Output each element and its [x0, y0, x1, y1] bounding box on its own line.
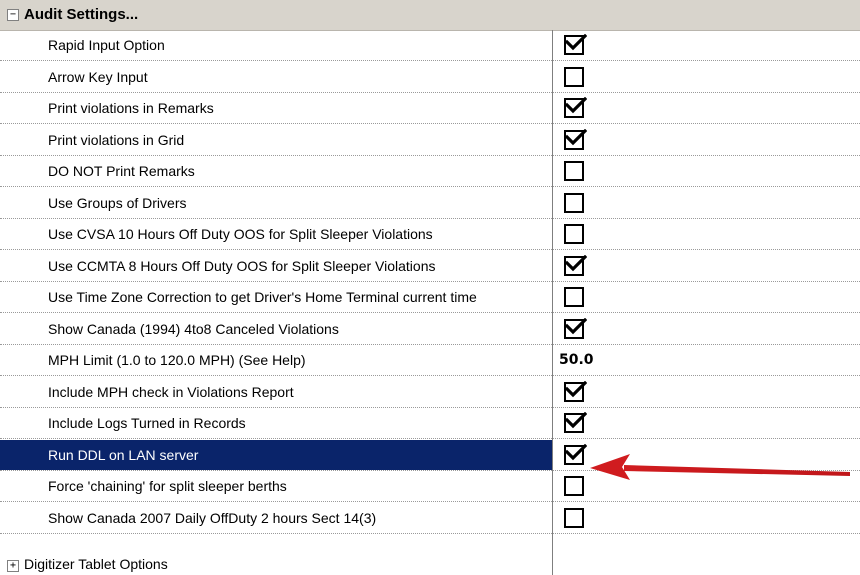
property-value[interactable] — [553, 93, 860, 123]
property-value[interactable] — [553, 282, 860, 312]
property-label[interactable]: Force 'chaining' for split sleeper berth… — [0, 471, 552, 501]
property-label[interactable]: Use CVSA 10 Hours Off Duty OOS for Split… — [0, 219, 552, 249]
category-title-digitizer: Digitizer Tablet Options — [24, 556, 168, 572]
checkbox-unchecked[interactable] — [564, 66, 584, 87]
property-row[interactable]: DO NOT Print Remarks — [0, 156, 860, 187]
property-label[interactable]: Use Time Zone Correction to get Driver's… — [0, 282, 552, 312]
property-label[interactable]: DO NOT Print Remarks — [0, 156, 552, 186]
checkmark-icon — [565, 443, 587, 460]
property-value[interactable] — [553, 125, 860, 155]
property-label[interactable]: Rapid Input Option — [0, 30, 552, 60]
digitizer-tablet-category[interactable]: + Digitizer Tablet Options — [0, 555, 860, 575]
property-row[interactable]: Include MPH check in Violations Report — [0, 377, 860, 408]
property-value[interactable] — [553, 314, 860, 344]
property-value[interactable]: 50.0 — [553, 345, 860, 375]
checkbox-checked[interactable] — [564, 128, 587, 150]
property-label[interactable]: Use CCMTA 8 Hours Off Duty OOS for Split… — [0, 251, 552, 281]
checkbox-checked[interactable] — [564, 317, 587, 339]
property-row[interactable]: MPH Limit (1.0 to 120.0 MPH) (See Help) 5… — [0, 345, 860, 376]
property-label[interactable]: Use Groups of Drivers — [0, 188, 552, 218]
property-value[interactable] — [553, 377, 860, 407]
property-label[interactable]: MPH Limit (1.0 to 120.0 MPH) (See Help) — [0, 345, 552, 375]
category-title: Audit Settings... — [24, 6, 139, 23]
checkmark-icon — [565, 128, 587, 145]
property-value[interactable] — [553, 219, 860, 249]
property-label[interactable]: Include Logs Turned in Records — [0, 408, 552, 438]
property-label[interactable]: Show Canada (1994) 4to8 Canceled Violati… — [0, 314, 552, 344]
checkbox-unchecked[interactable] — [564, 161, 584, 181]
property-row[interactable]: Use Time Zone Correction to get Driver's… — [0, 282, 860, 313]
audit-settings-category[interactable]: − Audit Settings... — [0, 0, 860, 31]
checkbox-unchecked[interactable] — [564, 507, 584, 528]
checkbox-checked[interactable] — [564, 97, 587, 118]
expand-icon[interactable]: + — [7, 560, 19, 572]
property-label[interactable]: Show Canada 2007 Daily OffDuty 2 hours S… — [0, 503, 552, 533]
property-row[interactable]: Use CCMTA 8 Hours Off Duty OOS for Split… — [0, 251, 860, 282]
arrow-shaft — [624, 465, 850, 476]
checkbox-checked[interactable] — [564, 380, 587, 402]
property-label[interactable]: Print violations in Remarks — [0, 93, 552, 123]
property-row[interactable]: Show Canada (1994) 4to8 Canceled Violati… — [0, 314, 860, 345]
property-value[interactable] — [553, 408, 860, 438]
property-value[interactable] — [553, 62, 860, 92]
property-value[interactable] — [553, 156, 860, 186]
property-value[interactable] — [553, 251, 860, 281]
property-label[interactable]: Print violations in Grid — [0, 125, 552, 155]
checkbox-unchecked[interactable] — [564, 224, 584, 244]
property-label[interactable]: Include MPH check in Violations Report — [0, 377, 552, 407]
collapse-icon[interactable]: − — [7, 9, 19, 21]
checkmark-icon — [565, 97, 587, 114]
property-row[interactable]: Print violations in Grid — [0, 125, 860, 156]
property-label[interactable]: Run DDL on LAN server — [0, 439, 552, 470]
red-arrow-annotation — [590, 454, 850, 480]
property-grid: − Audit Settings... Rapid Input Option Ar… — [0, 0, 860, 575]
property-row[interactable]: Use CVSA 10 Hours Off Duty OOS for Split… — [0, 219, 860, 250]
checkmark-icon — [565, 412, 587, 429]
property-value[interactable] — [553, 503, 860, 533]
property-value[interactable] — [553, 188, 860, 218]
checkbox-checked[interactable] — [564, 443, 587, 465]
checkbox-checked[interactable] — [564, 254, 587, 276]
property-row[interactable]: Show Canada 2007 Daily OffDuty 2 hours S… — [0, 503, 860, 534]
checkmark-icon — [565, 254, 587, 271]
property-row[interactable]: Include Logs Turned in Records — [0, 408, 860, 439]
column-divider[interactable] — [552, 30, 553, 575]
checkmark-icon — [565, 380, 587, 397]
checkbox-unchecked[interactable] — [564, 476, 584, 496]
property-value[interactable] — [553, 30, 860, 60]
column-divider-footer — [552, 555, 553, 575]
checkbox-unchecked[interactable] — [564, 192, 584, 213]
checkbox-checked[interactable] — [564, 34, 587, 55]
property-row[interactable]: Use Groups of Drivers — [0, 188, 860, 219]
property-label[interactable]: Arrow Key Input — [0, 62, 552, 92]
checkbox-checked[interactable] — [564, 412, 587, 433]
mph-limit-value[interactable]: 50.0 — [559, 345, 594, 375]
checkmark-icon — [565, 34, 587, 51]
property-row[interactable]: Rapid Input Option — [0, 30, 860, 61]
property-row[interactable]: Print violations in Remarks — [0, 93, 860, 124]
checkmark-icon — [565, 317, 587, 334]
property-row[interactable]: Arrow Key Input — [0, 62, 860, 93]
checkbox-unchecked[interactable] — [564, 287, 584, 307]
